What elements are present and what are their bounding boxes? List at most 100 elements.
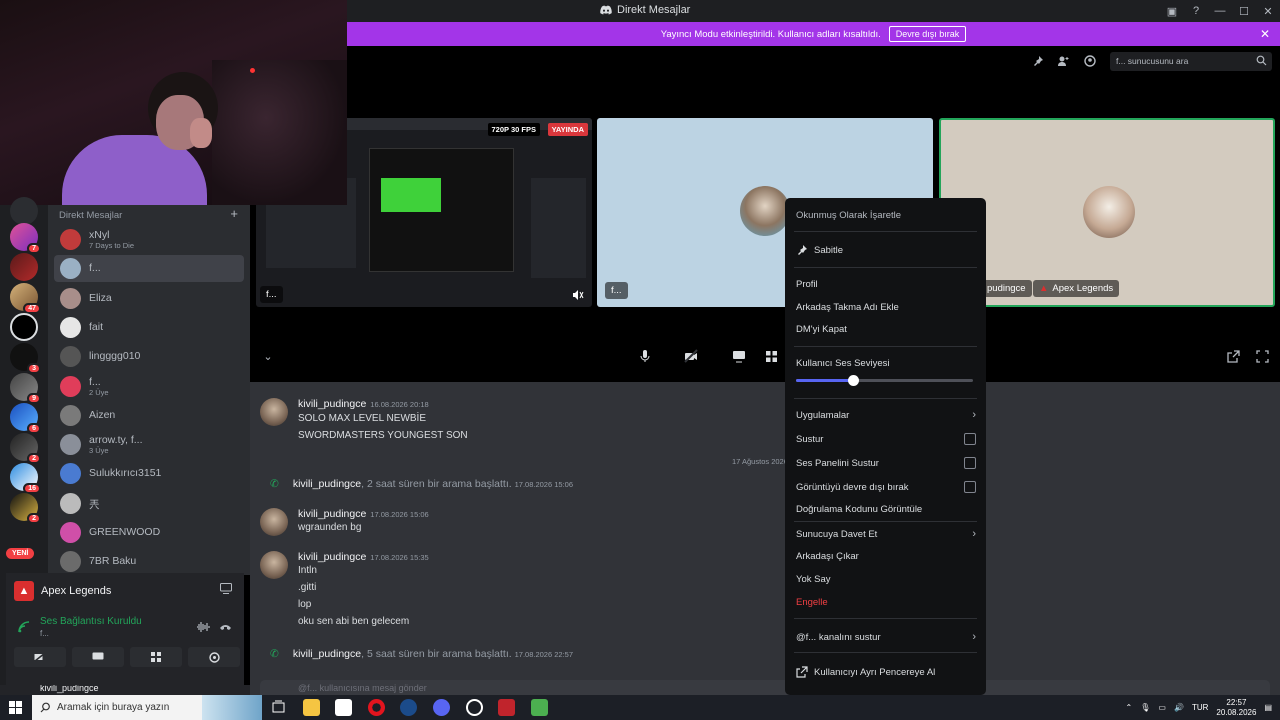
screen-share-icon[interactable]	[730, 347, 748, 365]
plus-icon[interactable]: +	[230, 206, 238, 221]
server-icon[interactable]: 2	[10, 493, 41, 524]
dm-item[interactable]: Sulukkırıcı3151	[54, 460, 244, 487]
menu-item-pin[interactable]: Sabitle	[796, 244, 976, 256]
close-window-button[interactable]: ✕	[1256, 0, 1280, 22]
menu-item-disable-video[interactable]: Görüntüyü devre dışı bırak	[796, 481, 976, 493]
popout-icon[interactable]	[1224, 347, 1242, 365]
message-author[interactable]: kivili_pudingce	[298, 551, 366, 563]
volume-slider-handle[interactable]	[847, 375, 859, 386]
dm-item[interactable]: f...	[54, 255, 244, 283]
server-icon[interactable]	[10, 313, 38, 341]
dm-item[interactable]: 7BR Baku	[54, 548, 244, 575]
server-icon[interactable]: 3	[10, 343, 41, 374]
notification-icon[interactable]: ▤	[1264, 703, 1272, 712]
volume-slider[interactable]	[796, 375, 973, 386]
noise-suppression-icon[interactable]	[196, 621, 210, 633]
menu-item-invite-server[interactable]: Sunucuya Davet Et ›	[796, 528, 976, 540]
disable-video-checkbox[interactable]	[964, 481, 976, 493]
add-friend-icon[interactable]	[1056, 54, 1070, 68]
profile-icon[interactable]	[1083, 54, 1097, 68]
message-author[interactable]: kivili_pudingce	[298, 508, 366, 520]
home-button[interactable]	[10, 197, 38, 225]
camera-off-icon[interactable]	[676, 347, 706, 365]
message-author[interactable]: kivili_pudingce	[298, 398, 366, 410]
discord-taskbar-icon[interactable]	[433, 699, 450, 716]
apex-taskbar-icon[interactable]	[498, 699, 515, 716]
server-icon[interactable]: 47	[10, 283, 41, 314]
task-view-icon[interactable]	[270, 699, 287, 716]
network-icon[interactable]: ▭	[1158, 703, 1166, 712]
menu-item-remove-friend[interactable]: Arkadaşı Çıkar	[796, 551, 976, 562]
file-explorer-icon[interactable]	[303, 699, 320, 716]
menu-item-mute[interactable]: Sustur	[796, 433, 976, 445]
dm-item[interactable]: xNyl 7 Days to Die	[54, 226, 244, 253]
mute-checkbox[interactable]	[964, 433, 976, 445]
dm-item[interactable]: lingggg010	[54, 343, 244, 370]
new-badge[interactable]: YENİ	[6, 548, 35, 559]
dm-item[interactable]: Eliza	[54, 285, 244, 312]
close-icon[interactable]: ✕	[1260, 27, 1270, 41]
menu-item-close-dm[interactable]: DM'yi Kapat	[796, 324, 976, 335]
dm-item-name: Eliza	[89, 291, 112, 304]
screen-share-icon[interactable]	[220, 583, 232, 594]
windows-start-icon[interactable]	[9, 701, 22, 714]
pin-icon[interactable]	[1031, 54, 1045, 68]
activities-button[interactable]	[130, 647, 182, 667]
server-icon[interactable]	[10, 253, 38, 281]
mute-soundboard-checkbox[interactable]	[964, 457, 976, 469]
menu-item-ignore[interactable]: Yok Say	[796, 574, 976, 585]
avatar[interactable]	[260, 551, 288, 579]
inbox-icon[interactable]: ▣	[1160, 0, 1184, 22]
activities-icon[interactable]	[762, 347, 780, 365]
disable-streamer-mode-button[interactable]: Devre dışı bırak	[888, 26, 967, 42]
dm-item[interactable]: 兲	[54, 490, 244, 517]
disconnect-icon[interactable]	[219, 622, 232, 632]
camera-off-button[interactable]	[14, 647, 66, 667]
store-icon[interactable]	[335, 699, 352, 716]
menu-item-popout[interactable]: Kullanıcıyı Ayrı Pencereye Al	[796, 666, 976, 678]
soundboard-button[interactable]	[188, 647, 240, 667]
dm-item[interactable]: GREENWOOD	[54, 519, 244, 546]
language-indicator[interactable]: TUR	[1192, 703, 1208, 712]
message-input[interactable]: @f... kullanıcısına mesaj gönder	[260, 680, 1270, 695]
volume-icon[interactable]: 🔊	[1174, 703, 1184, 712]
app-icon[interactable]	[531, 699, 548, 716]
dm-item[interactable]: fait	[54, 314, 244, 341]
opera-icon[interactable]	[368, 699, 385, 716]
dm-item[interactable]: arrow.ty, f... 3 Üye	[54, 431, 244, 458]
menu-item-block[interactable]: Engelle	[796, 597, 976, 608]
avatar[interactable]	[260, 398, 288, 426]
search-input[interactable]: f... sunucusunu ara	[1110, 52, 1272, 71]
chevron-up-icon[interactable]: ⌃	[1126, 703, 1133, 712]
minimize-button[interactable]: —	[1208, 0, 1232, 22]
server-icon[interactable]: 16	[10, 463, 41, 494]
chevron-down-icon[interactable]: ⌄	[260, 349, 276, 363]
menu-item-mute-channel[interactable]: @f... kanalını sustur ›	[796, 631, 976, 643]
help-icon[interactable]: ?	[1184, 0, 1208, 22]
steam-icon[interactable]	[400, 699, 417, 716]
dm-item[interactable]: f... 2 Üye	[54, 373, 244, 400]
menu-item-mark-read[interactable]: Okunmuş Olarak İşaretle	[796, 210, 976, 221]
microphone-icon[interactable]	[630, 347, 660, 365]
server-icon[interactable]: 7	[10, 223, 41, 254]
menu-item-verify-code[interactable]: Doğrulama Kodunu Görüntüle	[796, 504, 976, 515]
avatar[interactable]	[260, 508, 288, 536]
server-icon[interactable]: 6	[10, 403, 41, 434]
fullscreen-icon[interactable]	[1253, 347, 1271, 365]
app-icon[interactable]	[466, 699, 483, 716]
menu-item-profile[interactable]: Profil	[796, 279, 976, 290]
server-icon[interactable]: 9	[10, 373, 41, 404]
clock[interactable]: 22:57 20.08.2026	[1216, 698, 1256, 718]
participant-tile-speaking[interactable]: pudingce ▲ Apex Legends	[939, 118, 1275, 307]
menu-item-add-nickname[interactable]: Arkadaş Takma Adı Ekle	[796, 302, 976, 313]
menu-item-apps[interactable]: Uygulamalar ›	[796, 409, 976, 421]
dm-item[interactable]: Aizen	[54, 402, 244, 429]
server-icon[interactable]: 2	[10, 433, 41, 464]
voice-status[interactable]: Ses Bağlantısı Kuruldu	[40, 616, 142, 627]
menu-item-mute-soundboard[interactable]: Ses Panelini Sustur	[796, 457, 976, 469]
screen-share-button[interactable]	[72, 647, 124, 667]
volume-icon[interactable]	[572, 289, 584, 301]
taskbar-search[interactable]: Aramak için buraya yazın	[32, 695, 262, 720]
microphone-icon[interactable]: 🎙	[1140, 703, 1150, 712]
maximize-button[interactable]: ☐	[1232, 0, 1256, 22]
